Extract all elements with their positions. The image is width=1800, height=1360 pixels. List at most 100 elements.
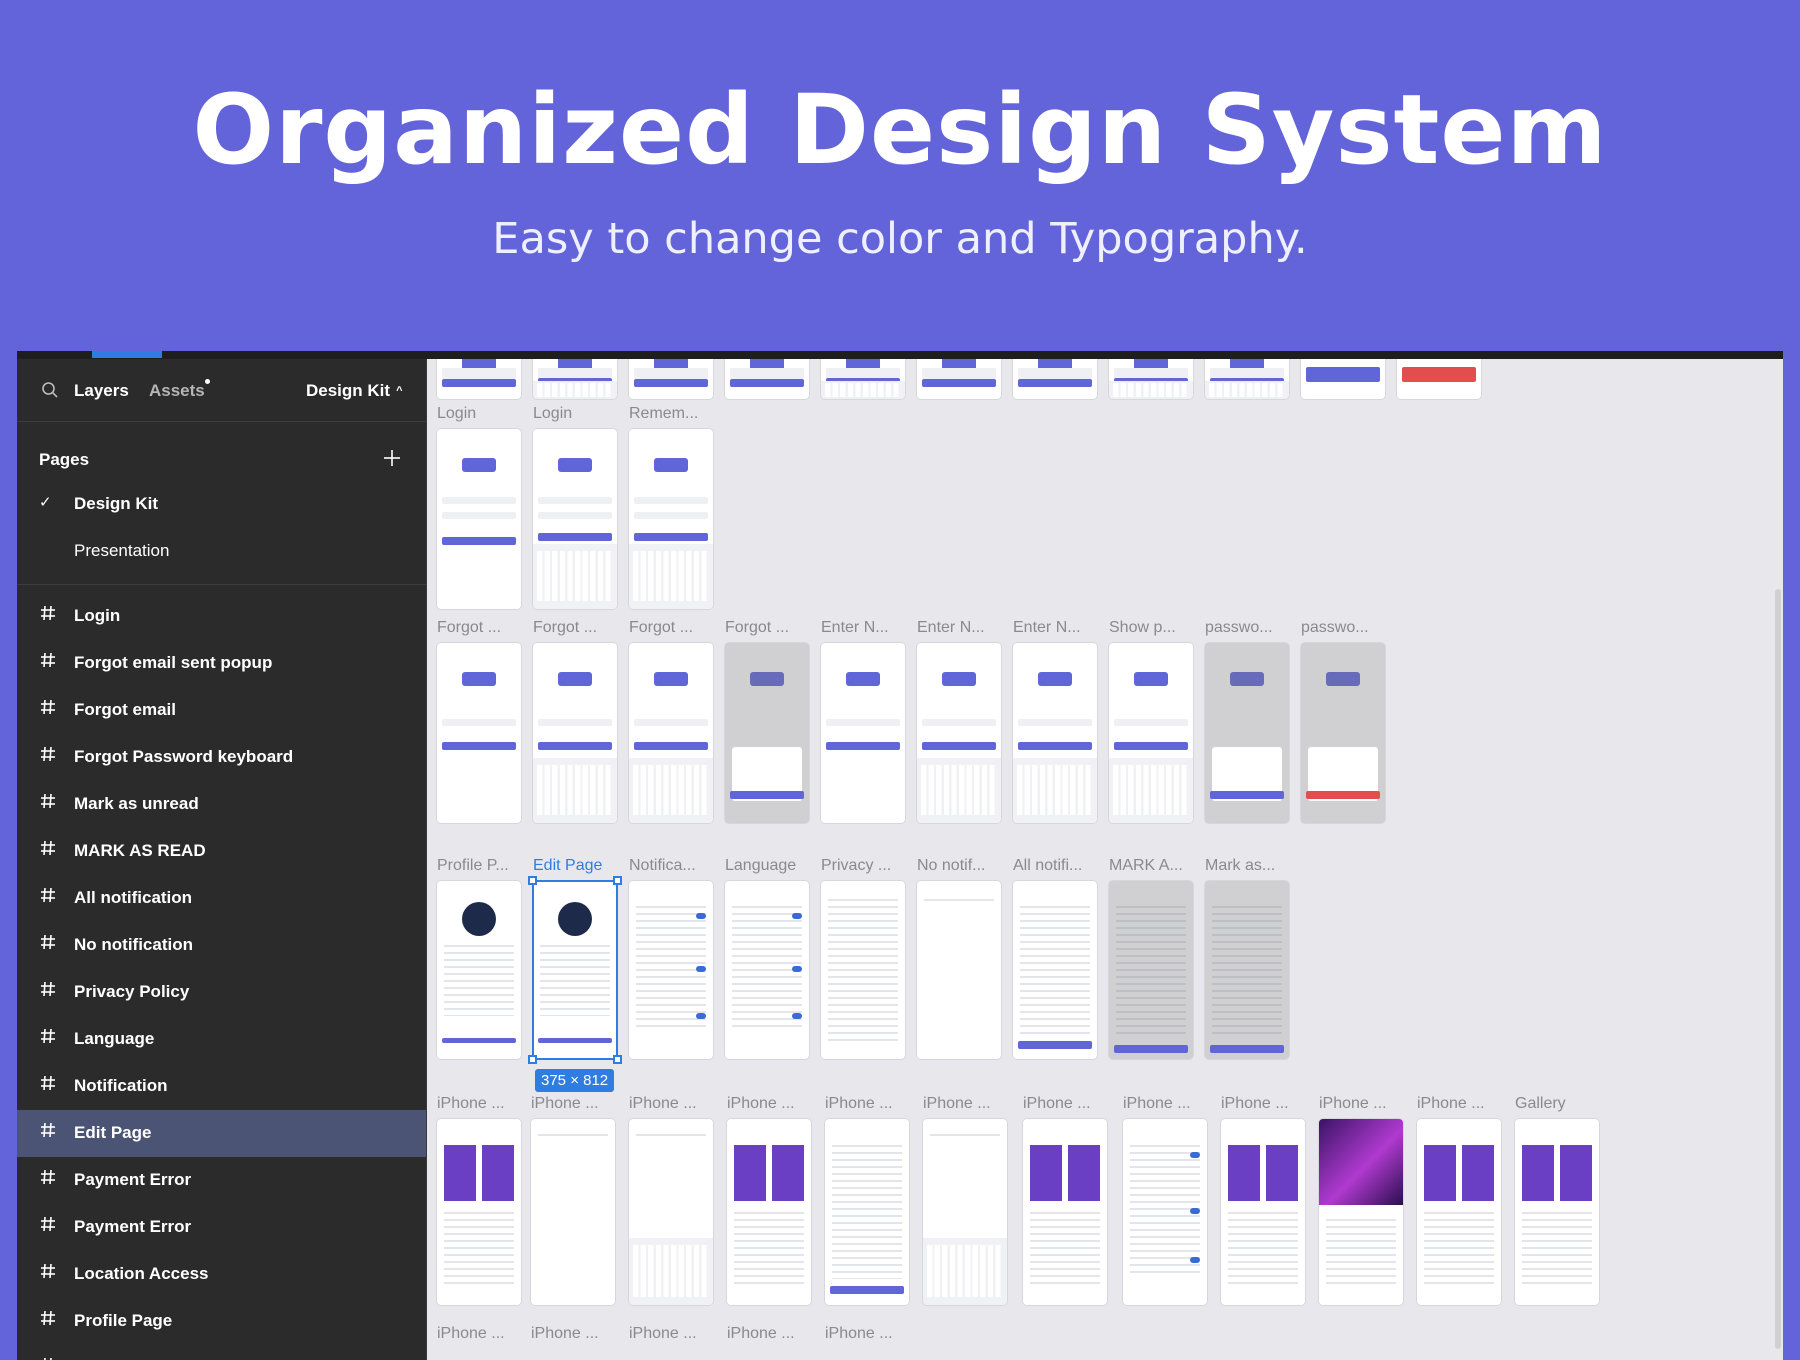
layer-item[interactable]: Profile Page	[17, 1298, 426, 1345]
frame-label[interactable]: iPhone ...	[1023, 1095, 1091, 1113]
frame-label[interactable]: Forgot ...	[629, 619, 693, 637]
frame-thumbnail[interactable]	[1397, 359, 1481, 399]
layer-item[interactable]: Payment Error	[17, 1204, 426, 1251]
layer-item[interactable]: Forgot Password	[17, 1345, 426, 1360]
frame-label[interactable]: iPhone ...	[825, 1095, 893, 1113]
frame-thumbnail[interactable]	[825, 1119, 909, 1305]
frame-thumbnail[interactable]	[437, 1119, 521, 1305]
resize-handle[interactable]	[613, 876, 622, 885]
frame-label[interactable]: All notifi...	[1013, 857, 1082, 875]
frame-label[interactable]: Mark as...	[1205, 857, 1275, 875]
frame-thumbnail[interactable]	[1205, 643, 1289, 823]
frame-thumbnail[interactable]	[725, 643, 809, 823]
frame-thumbnail[interactable]	[437, 643, 521, 823]
frame-thumbnail[interactable]	[1123, 1119, 1207, 1305]
frame-label[interactable]: iPhone ...	[437, 1325, 505, 1343]
frame-thumbnail[interactable]	[629, 1119, 713, 1305]
frame-thumbnail[interactable]	[629, 429, 713, 609]
layer-item[interactable]: Forgot email sent popup	[17, 640, 426, 687]
frame-label[interactable]: iPhone ...	[437, 1095, 505, 1113]
frame-thumbnail[interactable]	[629, 643, 713, 823]
frame-label[interactable]: No notif...	[917, 857, 985, 875]
frame-label[interactable]: Login	[533, 405, 572, 423]
frame-thumbnail[interactable]	[725, 881, 809, 1059]
frame-thumbnail[interactable]	[821, 359, 905, 399]
frame-label[interactable]: iPhone ...	[629, 1095, 697, 1113]
frame-thumbnail[interactable]	[437, 429, 521, 609]
canvas-scrollbar[interactable]	[1775, 589, 1781, 1349]
frame-thumbnail[interactable]	[1417, 1119, 1501, 1305]
frame-label[interactable]: Notifica...	[629, 857, 696, 875]
resize-handle[interactable]	[528, 1055, 537, 1064]
frame-label[interactable]: Profile P...	[437, 857, 509, 875]
frame-label[interactable]: Enter N...	[821, 619, 889, 637]
frame-label[interactable]: iPhone ...	[629, 1325, 697, 1343]
frame-thumbnail[interactable]	[1301, 643, 1385, 823]
frame-thumbnail[interactable]	[821, 643, 905, 823]
resize-handle[interactable]	[528, 876, 537, 885]
plus-icon[interactable]	[379, 445, 405, 471]
layer-item[interactable]: Notification	[17, 1063, 426, 1110]
frame-label[interactable]: Forgot ...	[533, 619, 597, 637]
frame-thumbnail[interactable]	[533, 643, 617, 823]
frame-thumbnail[interactable]	[531, 1119, 615, 1305]
layer-item[interactable]: Mark as unread	[17, 781, 426, 828]
frame-label[interactable]: Language	[725, 857, 796, 875]
frame-thumbnail[interactable]	[629, 881, 713, 1059]
frame-thumbnail[interactable]	[1109, 643, 1193, 823]
frame-label[interactable]: iPhone ...	[1123, 1095, 1191, 1113]
design-kit-switcher[interactable]: Design Kit ^	[306, 381, 403, 401]
frame-thumbnail[interactable]	[1023, 1119, 1107, 1305]
frame-thumbnail[interactable]	[917, 359, 1001, 399]
layer-item[interactable]: Forgot email	[17, 687, 426, 734]
frame-thumbnail[interactable]	[1109, 359, 1193, 399]
frame-thumbnail[interactable]	[1515, 1119, 1599, 1305]
frame-thumbnail[interactable]	[1013, 881, 1097, 1059]
frame-label[interactable]: iPhone ...	[923, 1095, 991, 1113]
frame-thumbnail[interactable]	[437, 359, 521, 399]
frame-thumbnail[interactable]	[917, 881, 1001, 1059]
tab-assets[interactable]: Assets	[149, 381, 205, 401]
frame-thumbnail[interactable]	[727, 1119, 811, 1305]
frame-thumbnail[interactable]	[1013, 359, 1097, 399]
frame-thumbnail[interactable]	[821, 881, 905, 1059]
layer-item[interactable]: Edit Page	[17, 1110, 426, 1157]
frame-label[interactable]: iPhone ...	[825, 1325, 893, 1343]
frame-label[interactable]: Enter N...	[1013, 619, 1081, 637]
frame-label[interactable]: iPhone ...	[531, 1095, 599, 1113]
layer-item[interactable]: Forgot Password keyboard	[17, 734, 426, 781]
search-icon[interactable]	[41, 381, 59, 399]
frame-label[interactable]: Enter N...	[917, 619, 985, 637]
frame-thumbnail[interactable]	[923, 1119, 1007, 1305]
frame-thumbnail[interactable]	[725, 359, 809, 399]
frame-label[interactable]: Remem...	[629, 405, 698, 423]
frame-label[interactable]: iPhone ...	[531, 1325, 599, 1343]
frame-label[interactable]: iPhone ...	[727, 1095, 795, 1113]
frame-thumbnail[interactable]	[917, 643, 1001, 823]
frame-label[interactable]: Gallery	[1515, 1095, 1566, 1113]
frame-label[interactable]: iPhone ...	[1417, 1095, 1485, 1113]
layer-item[interactable]: No notification	[17, 922, 426, 969]
tab-layers[interactable]: Layers	[74, 381, 129, 401]
frame-thumbnail[interactable]	[1205, 359, 1289, 399]
resize-handle[interactable]	[613, 1055, 622, 1064]
frame-label[interactable]: Forgot ...	[725, 619, 789, 637]
frame-label[interactable]: Show p...	[1109, 619, 1176, 637]
frame-label[interactable]: passwo...	[1205, 619, 1273, 637]
frame-label[interactable]: Forgot ...	[437, 619, 501, 637]
layer-item[interactable]: Payment Error	[17, 1157, 426, 1204]
frame-label[interactable]: Login	[437, 405, 476, 423]
frame-thumbnail[interactable]	[1319, 1119, 1403, 1305]
layer-item[interactable]: Login	[17, 593, 426, 640]
design-canvas[interactable]: Login Login Remem... Forgot ... Forgot ... Fo…	[427, 359, 1783, 1360]
layer-item[interactable]: MARK AS READ	[17, 828, 426, 875]
page-item-presentation[interactable]: Presentation	[17, 531, 426, 571]
frame-label[interactable]: MARK A...	[1109, 857, 1183, 875]
frame-thumbnail[interactable]	[1013, 643, 1097, 823]
frame-thumbnail[interactable]	[533, 429, 617, 609]
frame-label[interactable]: iPhone ...	[1221, 1095, 1289, 1113]
frame-label[interactable]: Privacy ...	[821, 857, 891, 875]
frame-thumbnail[interactable]	[533, 359, 617, 399]
layer-item[interactable]: Language	[17, 1016, 426, 1063]
layer-item[interactable]: Privacy Policy	[17, 969, 426, 1016]
